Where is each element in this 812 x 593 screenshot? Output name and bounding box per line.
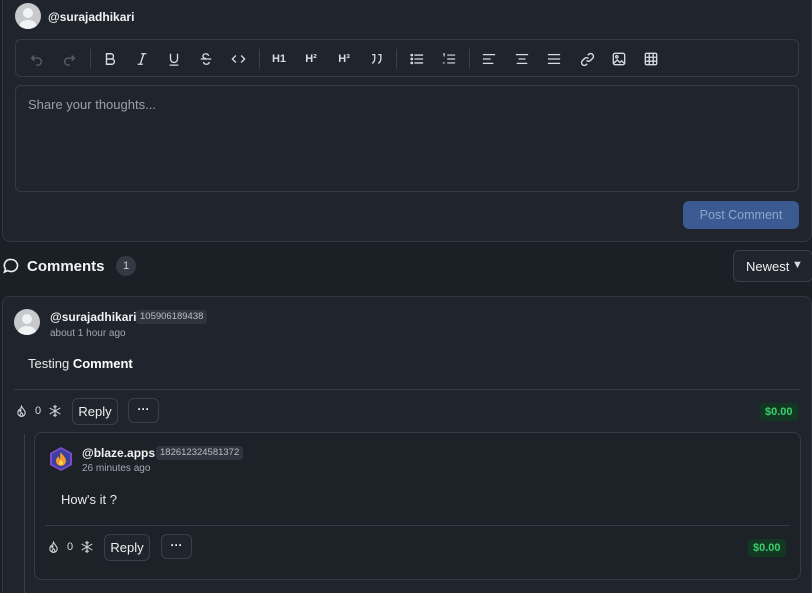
link-icon[interactable] [576, 48, 598, 70]
numbered-list-icon[interactable] [438, 48, 460, 70]
toolbar-divider [396, 49, 397, 69]
quote-icon[interactable] [365, 48, 387, 70]
editor-placeholder: Share your thoughts... [28, 97, 156, 112]
heading1-icon[interactable]: H1 [268, 48, 290, 70]
table-icon[interactable] [640, 48, 662, 70]
comment-body-text: Testing [28, 356, 73, 371]
snowflake-icon[interactable] [48, 404, 61, 418]
redo-icon[interactable] [58, 48, 80, 70]
comment-bubble-icon [3, 258, 21, 276]
reply-id-badge: 182612324581372 [156, 446, 244, 460]
sort-value: Newest [746, 259, 790, 274]
toolbar-divider [259, 49, 260, 69]
align-center-icon[interactable] [511, 48, 533, 70]
sort-dropdown[interactable]: Newest ▼ [733, 250, 812, 282]
snowflake-icon[interactable] [80, 540, 93, 554]
heading3-icon[interactable]: H³ [333, 48, 355, 70]
comment-body: Testing Comment [28, 356, 133, 371]
comment-editor[interactable]: Share your thoughts... [15, 85, 799, 192]
underline-icon[interactable] [163, 48, 185, 70]
fire-icon[interactable] [47, 540, 60, 554]
reply-button[interactable]: Reply [104, 534, 150, 561]
caret-down-icon: ▼ [792, 259, 803, 271]
bold-icon[interactable] [99, 48, 121, 70]
fire-icon[interactable] [15, 404, 28, 418]
comment-username[interactable]: @surajadhikari [50, 310, 136, 324]
comment-timestamp: about 1 hour ago [50, 328, 126, 339]
blaze-apps-avatar [48, 446, 74, 472]
editor-toolbar: H1 H² H³ [15, 39, 799, 77]
comment-body-bold: Comment [72, 356, 133, 371]
post-comment-button[interactable]: Post Comment [683, 201, 799, 229]
code-icon[interactable] [227, 48, 249, 70]
comments-count-badge: 1 [116, 256, 136, 276]
composer-username: @surajadhikari [48, 10, 135, 24]
reply-divider [45, 525, 790, 526]
image-icon[interactable] [608, 48, 630, 70]
comment-divider [14, 389, 800, 390]
align-justify-icon[interactable] [543, 48, 565, 70]
reply-username[interactable]: @blaze.apps [82, 446, 155, 460]
more-options-button[interactable]: ··· [161, 534, 192, 559]
comment-avatar [14, 309, 40, 335]
vote-count: 0 [35, 405, 42, 417]
comments-title: Comments [27, 258, 105, 275]
more-options-button[interactable]: ··· [128, 398, 159, 423]
toolbar-divider [90, 49, 91, 69]
tip-amount-badge: $0.00 [748, 539, 786, 557]
italic-icon[interactable] [131, 48, 153, 70]
bullet-list-icon[interactable] [406, 48, 428, 70]
user-avatar [15, 3, 41, 29]
tip-amount-badge: $0.00 [760, 403, 798, 421]
comment-id-badge: 105906189438 [136, 310, 208, 324]
thread-line [24, 434, 25, 593]
vote-count: 0 [67, 541, 74, 553]
heading2-icon[interactable]: H² [300, 48, 322, 70]
strikethrough-icon[interactable] [195, 48, 217, 70]
align-left-icon[interactable] [478, 48, 500, 70]
undo-icon[interactable] [26, 48, 48, 70]
reply-timestamp: 26 minutes ago [82, 463, 151, 474]
reply-button[interactable]: Reply [72, 398, 118, 425]
toolbar-divider [469, 49, 470, 69]
reply-body: How's it ? [61, 492, 117, 507]
